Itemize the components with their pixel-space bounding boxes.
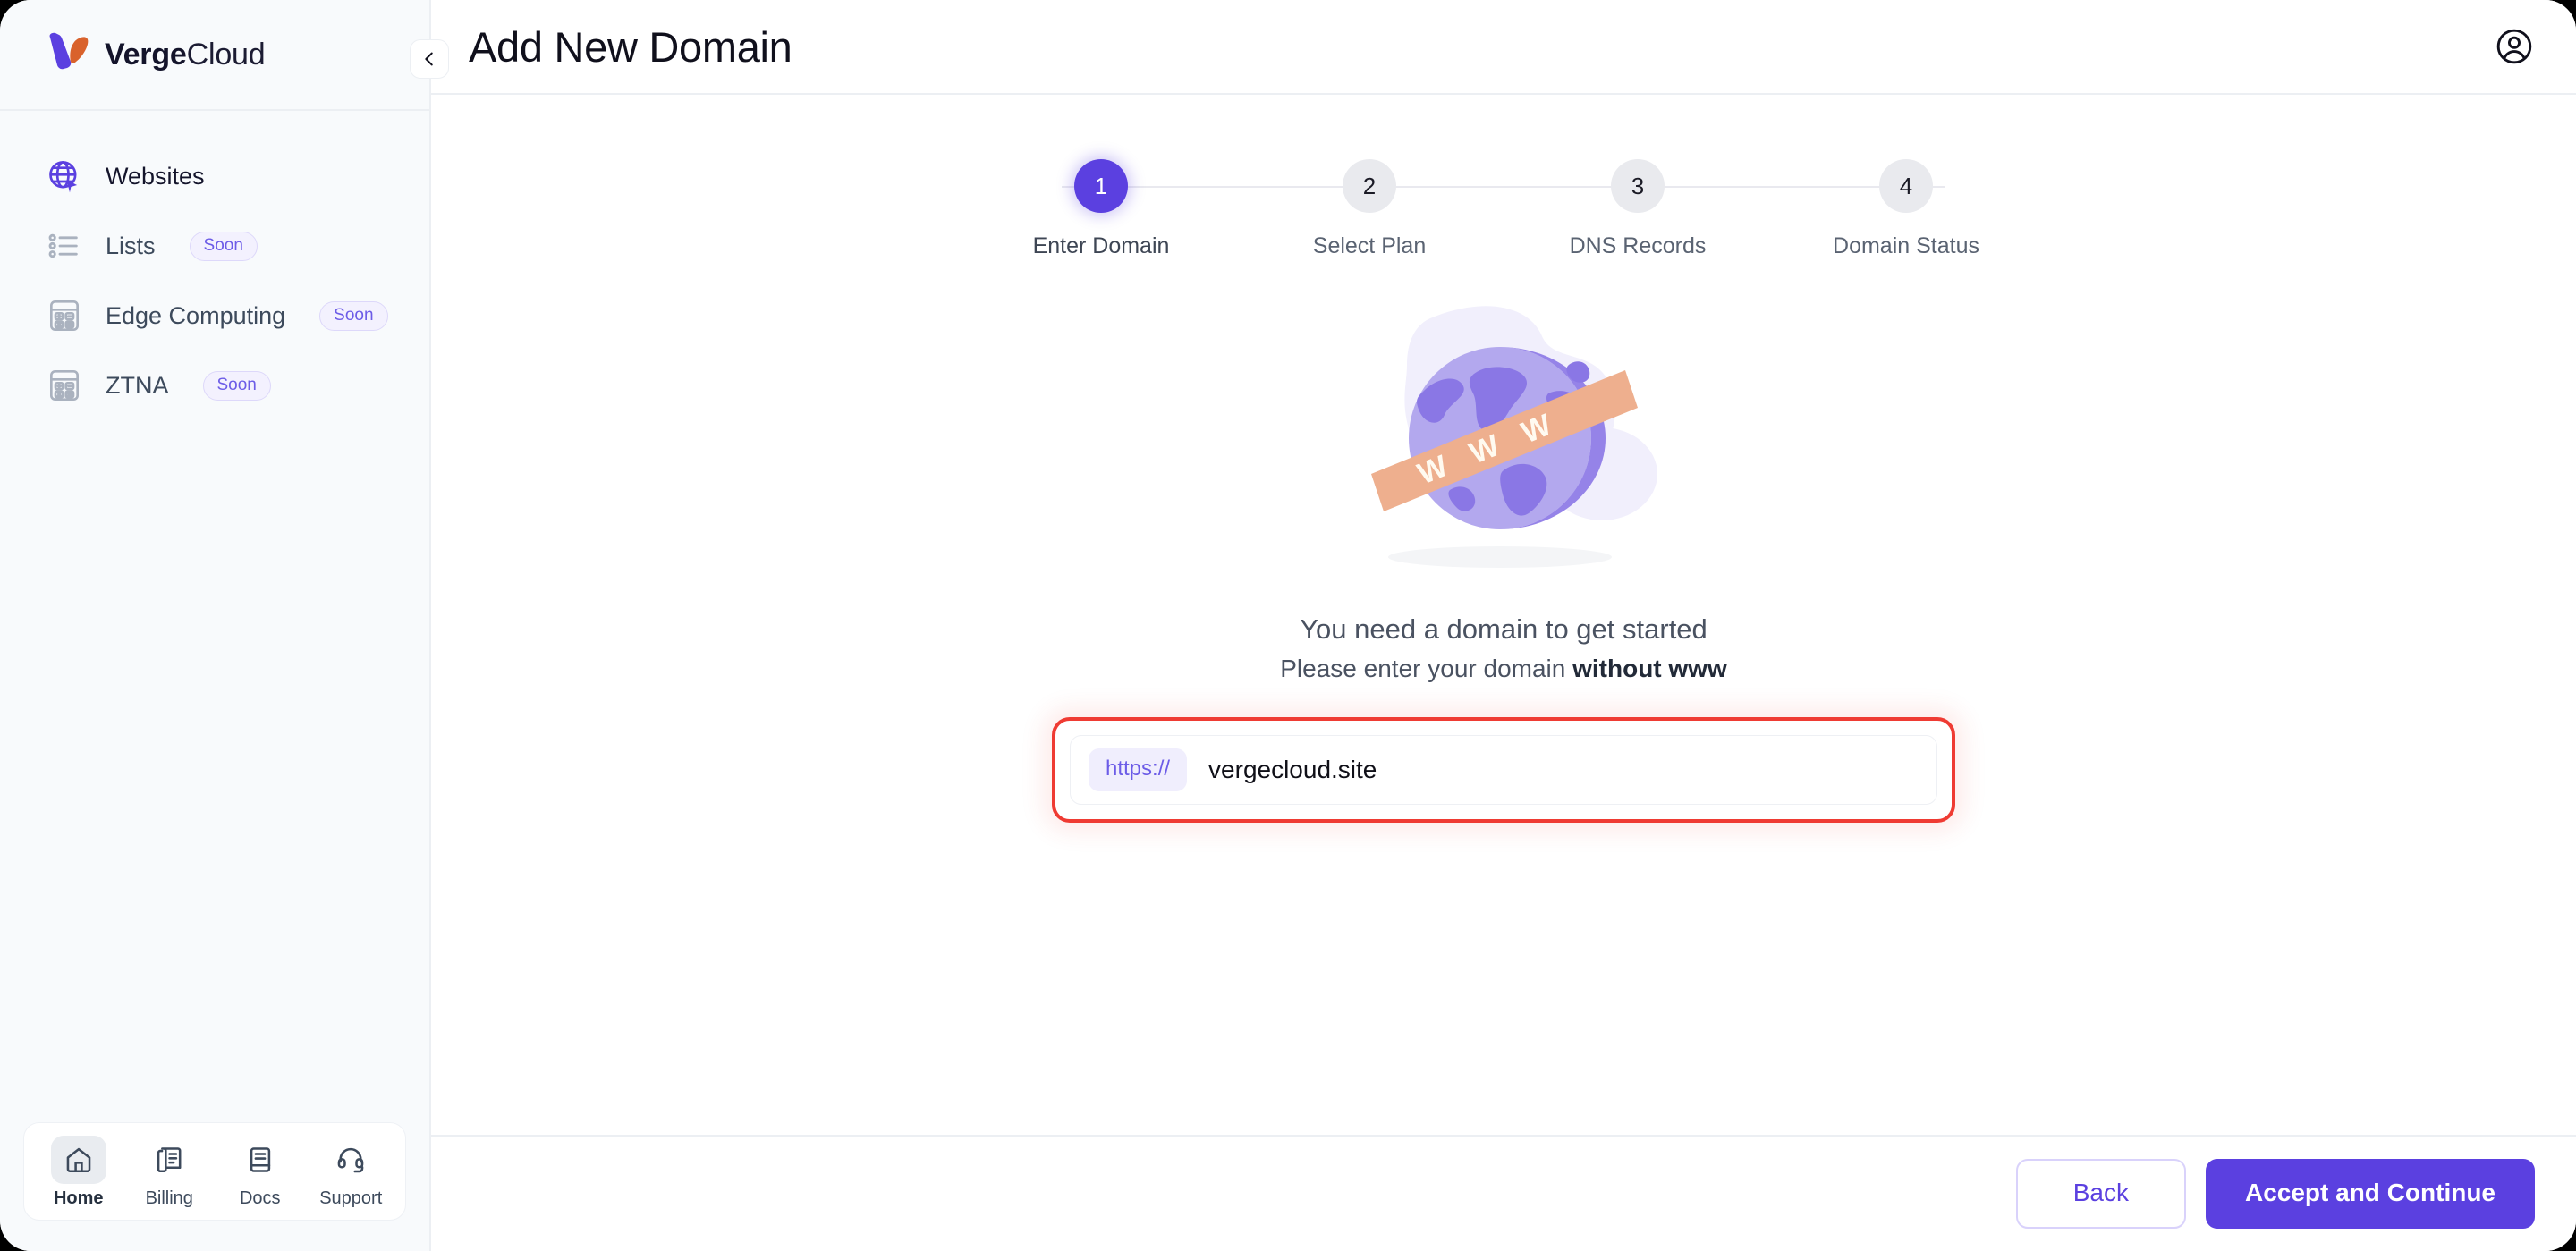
user-circle-icon: [2496, 29, 2532, 64]
soon-badge: Soon: [202, 370, 271, 401]
book-icon: [250, 1147, 270, 1172]
bottom-nav-label: Billing: [145, 1188, 193, 1208]
receipt-icon: [157, 1147, 182, 1173]
headset-icon: [337, 1147, 364, 1173]
bottom-nav-label: Support: [319, 1188, 383, 1208]
sidebar-item-ztna[interactable]: ZTNA Soon: [0, 351, 429, 420]
illustration-wrap: W W W: [431, 284, 2576, 579]
https-scheme-chip: https://: [1089, 748, 1188, 791]
app-window: VergeCloud Websites Lists Soon Edge Comp…: [0, 0, 2576, 1251]
step-number: 1: [1074, 159, 1128, 213]
home-icon-box: [50, 1136, 106, 1184]
sidebar-item-edge-computing[interactable]: Edge Computing Soon: [0, 281, 429, 351]
lead-text: You need a domain to get started Please …: [431, 613, 2576, 683]
bottom-nav-item-docs[interactable]: Docs: [215, 1136, 306, 1209]
lead-heading: You need a domain to get started: [1300, 613, 1707, 645]
home-icon: [66, 1147, 91, 1173]
step-number: 3: [1611, 159, 1665, 213]
sidebar-nav: Websites Lists Soon Edge Computing Soon …: [0, 111, 429, 1122]
bottom-nav-item-support[interactable]: Support: [306, 1136, 397, 1209]
soon-badge: Soon: [319, 300, 388, 331]
wizard-footer: Back Accept and Continue: [431, 1135, 2576, 1251]
bottom-nav-item-billing[interactable]: Billing: [124, 1136, 216, 1209]
step-4[interactable]: 4 Domain Status: [1817, 159, 1996, 259]
brand-name-bold: Verge: [105, 37, 187, 72]
receipt-icon-box: [141, 1136, 197, 1184]
globe-icon: [49, 161, 78, 193]
chevron-left-icon: [425, 52, 433, 66]
stepper: 1 Enter Domain 2 Select Plan 3 DNS Recor…: [1012, 159, 1996, 259]
www-globe-illustration: W W W: [1371, 306, 1657, 568]
sidebar-item-lists[interactable]: Lists Soon: [0, 211, 429, 281]
book-icon-box: [233, 1136, 288, 1184]
brand-name: VergeCloud: [105, 37, 266, 72]
bottom-nav-label: Home: [53, 1188, 104, 1208]
sidebar-item-label: Edge Computing: [106, 301, 286, 329]
sidebar-item-label: Lists: [106, 232, 156, 259]
step-number: 4: [1879, 159, 1933, 213]
step-label: Domain Status: [1833, 233, 1979, 258]
page-title: Add New Domain: [469, 22, 792, 71]
grid-compute-icon: [50, 369, 80, 401]
content-area: 1 Enter Domain 2 Select Plan 3 DNS Recor…: [431, 95, 2576, 1135]
domain-input-field[interactable]: https://: [1070, 735, 1937, 805]
lead-subheading-bold: without www: [1572, 655, 1727, 682]
step-3[interactable]: 3 DNS Records: [1548, 159, 1727, 259]
sidebar-footer: Home Billing Docs Support: [0, 1122, 429, 1251]
back-button[interactable]: Back: [2015, 1159, 2186, 1229]
sidebar-collapse-button[interactable]: [410, 39, 449, 79]
list-icon: [48, 233, 78, 258]
sidebar-item-label: Websites: [106, 162, 205, 190]
topbar: Add New Domain: [431, 0, 2576, 95]
sidebar: VergeCloud Websites Lists Soon Edge Comp…: [0, 0, 449, 1251]
account-button[interactable]: [2494, 26, 2535, 67]
headset-icon-box: [323, 1136, 378, 1184]
soon-badge: Soon: [189, 231, 258, 261]
domain-input-error-wrapper: https://: [1052, 717, 1955, 823]
step-label: Select Plan: [1312, 233, 1427, 258]
bottom-nav: Home Billing Docs Support: [23, 1122, 406, 1221]
lead-subheading: Please enter your domain without www: [431, 655, 2576, 683]
lead-subheading-normal: Please enter your domain: [1280, 655, 1573, 682]
stepper-steps: 1 Enter Domain 2 Select Plan 3 DNS Recor…: [1012, 159, 1996, 259]
main-area: Add New Domain 1 Enter Domain 2 Select P…: [431, 0, 2576, 1251]
grid-compute-icon: [50, 300, 80, 331]
brand-logo[interactable]: VergeCloud: [47, 32, 266, 77]
sidebar-header: VergeCloud: [0, 0, 429, 111]
sidebar-item-websites[interactable]: Websites: [0, 141, 429, 211]
step-label: DNS Records: [1569, 233, 1707, 258]
vergecloud-logo-icon: [49, 32, 89, 70]
brand-name-light: Cloud: [186, 37, 266, 72]
stepper-track: [1062, 186, 1945, 188]
sidebar-item-label: ZTNA: [106, 371, 169, 399]
step-2[interactable]: 2 Select Plan: [1280, 159, 1459, 259]
step-label: Enter Domain: [1032, 233, 1170, 258]
step-1[interactable]: 1 Enter Domain: [1012, 159, 1191, 259]
step-number: 2: [1343, 159, 1396, 213]
accept-and-continue-button[interactable]: Accept and Continue: [2205, 1159, 2535, 1229]
bottom-nav-label: Docs: [239, 1188, 281, 1208]
domain-input[interactable]: [1208, 756, 1919, 784]
bottom-nav-item-home[interactable]: Home: [33, 1136, 124, 1209]
